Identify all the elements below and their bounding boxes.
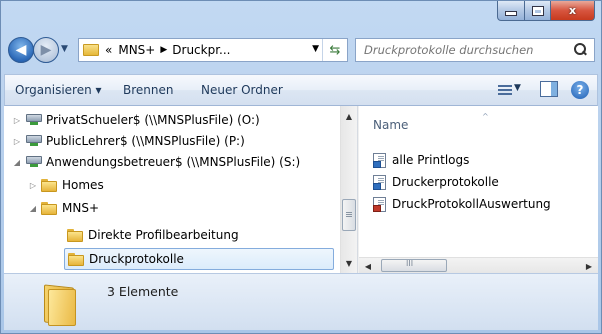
tree-item-homes[interactable]: ▷ Homes (28, 174, 104, 196)
close-icon: x (568, 4, 577, 17)
burn-button[interactable]: Brennen (123, 83, 173, 97)
name-column-header[interactable]: Name (373, 118, 408, 132)
folder-icon (41, 178, 57, 192)
breadcrumb-separator-icon[interactable]: ▶ (160, 45, 167, 55)
search-icon[interactable] (572, 42, 588, 58)
change-view-button[interactable]: ▼ (498, 81, 521, 99)
expand-arrow-icon[interactable]: ▷ (12, 137, 22, 146)
folder-icon (67, 228, 83, 242)
tree-item-label: Homes (62, 178, 104, 192)
forward-arrow-icon: ▶ (40, 42, 52, 58)
command-bar: Organisieren ▾ Brennen Neuer Ordner ▼ ? (4, 74, 598, 106)
address-dropdown-icon[interactable]: ▼ (312, 44, 319, 54)
minimize-icon (505, 11, 517, 16)
chevron-down-icon: ▼ (514, 83, 521, 93)
navigation-bar: ◀ ▶ ▼ « MNS+ ▶ Druckpr... ▼ ⇆ (1, 35, 601, 65)
list-item-alle-printlogs[interactable]: alle Printlogs (373, 150, 469, 170)
help-button[interactable]: ? (571, 81, 589, 99)
scrollbar-grip: III (406, 259, 414, 268)
tree-item-label: PrivatSchueler$ (\\MNSPlusFile) (O:) (46, 113, 260, 127)
breadcrumb-mns[interactable]: MNS+ (118, 43, 155, 57)
tree-item-label: Druckprotokolle (89, 252, 184, 266)
scrollbar-thumb[interactable] (342, 199, 356, 231)
database-file-icon (373, 196, 386, 212)
network-drive-icon (26, 114, 42, 126)
tree-item-anwendungsbetreuer[interactable]: ◢ Anwendungsbetreuer$ (\\MNSPlusFile) (S… (12, 151, 300, 173)
view-list-icon (498, 85, 512, 95)
network-drive-icon (26, 156, 42, 168)
caption-buttons: x (497, 1, 595, 23)
new-folder-button[interactable]: Neuer Ordner (201, 83, 283, 97)
preview-pane-icon (551, 82, 557, 96)
tree-item-label: MNS+ (62, 201, 100, 215)
collapse-arrow-icon[interactable]: ◢ (28, 204, 38, 213)
refresh-button[interactable]: ⇆ (322, 39, 347, 61)
back-button[interactable]: ◀ (8, 37, 34, 63)
tree-item-label: PublicLehrer$ (\\MNSPlusFile) (P:) (46, 134, 245, 148)
search-input[interactable] (362, 42, 566, 58)
scroll-up-icon[interactable]: ▲ (341, 108, 357, 124)
back-arrow-icon: ◀ (15, 42, 27, 58)
tree-item-mns[interactable]: ◢ MNS+ (28, 197, 99, 219)
collapse-arrow-icon[interactable]: ◢ (12, 158, 22, 167)
folder-icon (68, 252, 84, 266)
chevron-down-icon: ▼ (61, 44, 68, 54)
preview-pane-button[interactable] (540, 81, 558, 97)
navigation-pane-scrollbar[interactable]: ▲ ▼ (340, 106, 357, 273)
explorer-window: x ◀ ▶ ▼ « MNS+ ▶ Druckpr... ▼ ⇆ Organisi… (0, 0, 602, 334)
forward-button[interactable]: ▶ (33, 37, 59, 63)
navigation-pane: ▷ PrivatSchueler$ (\\MNSPlusFile) (O:) ▷… (4, 106, 340, 273)
scroll-down-icon[interactable]: ▼ (341, 255, 357, 271)
breadcrumb-overflow[interactable]: « (105, 43, 112, 57)
recent-pages-dropdown[interactable]: ▼ (61, 44, 73, 56)
network-drive-icon (26, 135, 42, 147)
minimize-button[interactable] (497, 1, 525, 21)
file-label: Druckerprotokolle (392, 175, 499, 189)
tree-item-direkte-profilbearbeitung[interactable]: Direkte Profilbearbeitung (64, 224, 239, 246)
details-pane: 3 Elemente (4, 273, 598, 330)
search-box[interactable] (355, 38, 595, 62)
scroll-right-icon[interactable]: ▶ (582, 259, 596, 273)
list-item-druckprotokollauswertung[interactable]: DruckProtokollAuswertung (373, 194, 551, 214)
address-bar[interactable]: « MNS+ ▶ Druckpr... ▼ ⇆ (78, 38, 348, 62)
sort-ascending-icon: ^ (482, 112, 489, 121)
list-item-druckerprotokolle[interactable]: Druckerprotokolle (373, 172, 499, 192)
help-icon: ? (576, 83, 584, 97)
scrollbar-thumb[interactable]: III (381, 259, 447, 272)
tree-item-privatschueler[interactable]: ▷ PrivatSchueler$ (\\MNSPlusFile) (O:) (12, 109, 260, 131)
folder-icon (83, 44, 99, 56)
organize-button[interactable]: Organisieren ▾ (15, 83, 102, 97)
expand-arrow-icon[interactable]: ▷ (28, 181, 38, 190)
tree-item-label: Anwendungsbetreuer$ (\\MNSPlusFile) (S:) (46, 155, 301, 169)
shortcut-file-icon (373, 174, 386, 190)
large-folder-icon (44, 284, 76, 326)
file-label: DruckProtokollAuswertung (392, 197, 551, 211)
close-button[interactable]: x (551, 1, 595, 21)
maximize-button[interactable] (525, 1, 551, 21)
file-label: alle Printlogs (392, 153, 470, 167)
breadcrumb-druckprotokolle[interactable]: Druckpr... (172, 43, 230, 57)
file-list-horizontal-scrollbar[interactable]: ◀ III ▶ (359, 257, 598, 273)
expand-arrow-icon[interactable]: ▷ (12, 116, 22, 125)
scroll-left-icon[interactable]: ◀ (361, 259, 375, 273)
shortcut-file-icon (373, 152, 386, 168)
folder-icon (41, 201, 57, 215)
file-list-pane: ^ Name alle Printlogs Druckerprotokolle … (359, 106, 598, 273)
item-count: 3 Elemente (107, 284, 179, 299)
maximize-icon (531, 5, 544, 16)
tree-item-label: Direkte Profilbearbeitung (88, 228, 239, 242)
refresh-icon: ⇆ (329, 42, 341, 58)
tree-item-publiclehrer[interactable]: ▷ PublicLehrer$ (\\MNSPlusFile) (P:) (12, 130, 245, 152)
tree-item-druckprotokolle[interactable]: Druckprotokolle (64, 248, 334, 270)
